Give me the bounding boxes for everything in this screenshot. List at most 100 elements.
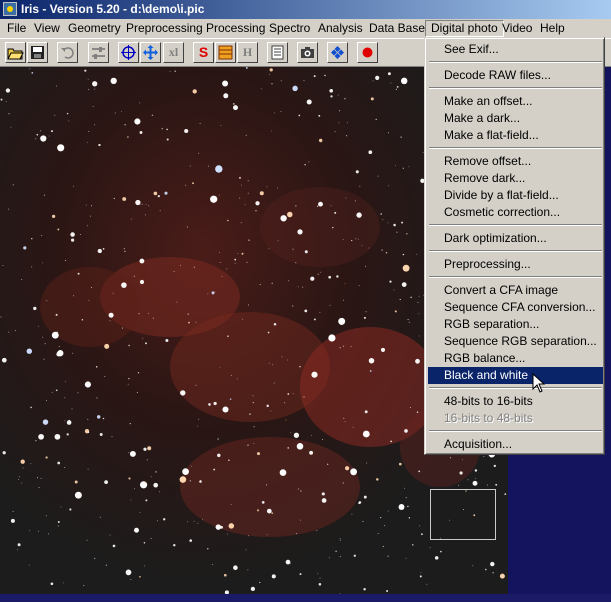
star: [390, 440, 392, 443]
star: [419, 575, 422, 578]
menu-item-rgb-separation[interactable]: RGB separation...: [428, 316, 603, 333]
open-folder-icon[interactable]: [5, 42, 26, 63]
blue-diamond-icon[interactable]: [327, 42, 348, 63]
star: [55, 389, 58, 392]
menu-spectro[interactable]: Spectro: [264, 20, 315, 37]
star: [350, 346, 352, 348]
menu-item-remove-offset[interactable]: Remove offset...: [428, 153, 603, 170]
star: [139, 102, 141, 104]
menu-item-remove-dark[interactable]: Remove dark...: [428, 170, 603, 187]
menu-item-black-and-white[interactable]: Black and white: [428, 367, 603, 384]
star: [255, 210, 257, 212]
menu-item-make-dark[interactable]: Make a dark...: [428, 110, 603, 127]
menu-processing[interactable]: Processing: [201, 20, 270, 37]
red-s-icon[interactable]: S: [193, 42, 214, 63]
star: [382, 219, 384, 221]
star: [365, 311, 367, 313]
menu-item-acquisition[interactable]: Acquisition...: [428, 436, 603, 453]
star: [233, 565, 238, 570]
star: [330, 205, 332, 207]
star: [343, 345, 345, 347]
crosshair-icon[interactable]: [118, 42, 139, 63]
star: [300, 490, 302, 492]
star: [335, 550, 337, 552]
star: [358, 501, 362, 504]
star: [45, 456, 48, 459]
menu-item-convert-cfa[interactable]: Convert a CFA image: [428, 282, 603, 299]
star: [344, 283, 346, 285]
star: [319, 138, 323, 143]
star: [152, 317, 154, 319]
star: [69, 419, 71, 421]
menu-help[interactable]: Help: [535, 20, 570, 37]
star: [184, 128, 189, 134]
star: [195, 321, 197, 323]
star: [260, 88, 262, 90]
threshold-sliders-icon[interactable]: [88, 42, 109, 63]
star: [215, 165, 223, 173]
star: [266, 534, 268, 536]
star: [153, 482, 159, 488]
menu-item-48-to-16-bits[interactable]: 48-bits to 16-bits: [428, 393, 603, 410]
star: [226, 268, 228, 270]
selection-rectangle[interactable]: [430, 489, 496, 540]
star: [332, 226, 334, 229]
star: [311, 371, 318, 378]
star: [5, 101, 7, 102]
save-disk-icon[interactable]: [27, 42, 48, 63]
star: [14, 330, 16, 332]
star: [186, 226, 188, 228]
record-dot-icon[interactable]: [357, 42, 378, 63]
undo-icon[interactable]: [57, 42, 78, 63]
menu-item-sequence-rgb-separation[interactable]: Sequence RGB separation...: [428, 333, 603, 350]
move-arrows-icon[interactable]: [140, 42, 161, 63]
star: [318, 201, 323, 207]
h-icon[interactable]: H: [237, 42, 258, 63]
star: [102, 417, 105, 420]
orange-grid-icon[interactable]: [215, 42, 236, 63]
star: [351, 513, 353, 515]
star: [228, 459, 230, 462]
menu-file[interactable]: File: [2, 20, 31, 37]
menu-digital-photo[interactable]: Digital photo: [425, 20, 504, 37]
star: [233, 105, 238, 111]
menu-item-make-flat-field[interactable]: Make a flat-field...: [428, 127, 603, 144]
menu-view[interactable]: View: [29, 20, 65, 37]
star: [220, 125, 222, 126]
star: [338, 122, 340, 124]
star: [97, 248, 102, 254]
menu-geometry[interactable]: Geometry: [63, 20, 126, 37]
menu-data-base[interactable]: Data Base: [364, 20, 430, 37]
menu-analysis[interactable]: Analysis: [313, 20, 368, 37]
star: [145, 342, 147, 345]
star: [420, 533, 423, 536]
star: [297, 286, 299, 288]
star: [377, 175, 379, 177]
star: [257, 509, 259, 512]
menu-item-dark-optimization[interactable]: Dark optimization...: [428, 230, 603, 247]
menu-item-preprocessing[interactable]: Preprocessing...: [428, 256, 603, 273]
menu-item-decode-raw[interactable]: Decode RAW files...: [428, 67, 603, 84]
star: [363, 587, 366, 591]
star: [198, 418, 200, 420]
menu-item-rgb-balance[interactable]: RGB balance...: [428, 350, 603, 367]
star: [44, 343, 46, 345]
star: [259, 581, 261, 584]
menu-item-sequence-cfa-conversion[interactable]: Sequence CFA conversion...: [428, 299, 603, 316]
list-icon[interactable]: [267, 42, 288, 63]
menu-item-see-exif[interactable]: See Exif...: [428, 41, 603, 58]
menu-preprocessing[interactable]: Preprocessing: [121, 20, 208, 37]
star: [28, 564, 30, 566]
menu-item-cosmetic-correction[interactable]: Cosmetic correction...: [428, 204, 603, 221]
camera-icon[interactable]: [297, 42, 318, 63]
star: [217, 438, 219, 440]
star: [95, 366, 98, 368]
menu-video[interactable]: Video: [497, 20, 537, 37]
star: [387, 510, 389, 512]
app-icon[interactable]: [3, 2, 17, 16]
menu-item-divide-flat-field[interactable]: Divide by a flat-field...: [428, 187, 603, 204]
menu-item-make-offset[interactable]: Make an offset...: [428, 93, 603, 110]
star: [339, 538, 341, 540]
xl-icon[interactable]: xl: [163, 42, 184, 63]
star: [363, 316, 366, 319]
